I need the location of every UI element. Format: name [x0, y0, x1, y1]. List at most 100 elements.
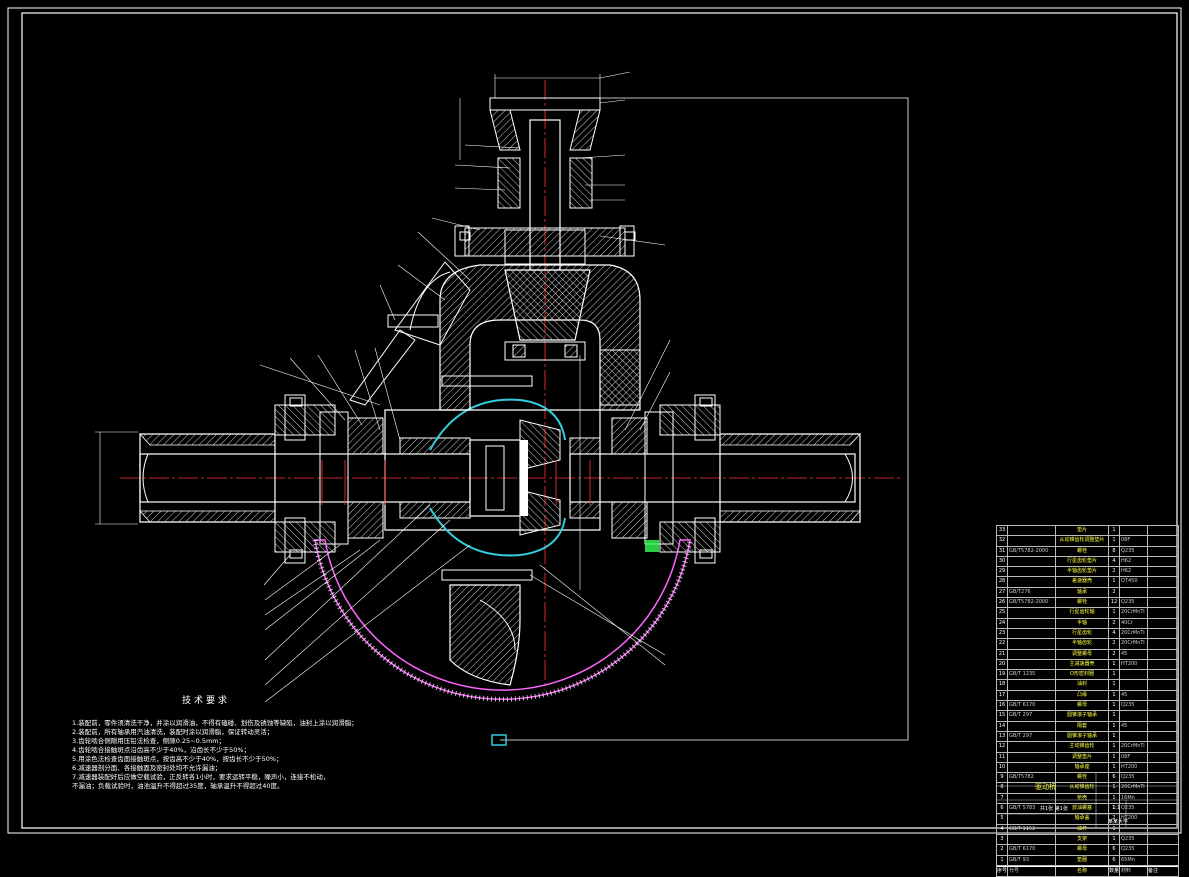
bom-cell: Q235 — [1120, 598, 1148, 608]
bom-header-material: 材料 — [1120, 866, 1148, 877]
bom-header-no: 序号 — [997, 866, 1008, 877]
bom-cell — [1148, 526, 1178, 535]
bom-cell — [1148, 629, 1178, 638]
bom-cell: 圆锥滚子轴承 — [1056, 731, 1109, 742]
bom-cell: 29 — [997, 567, 1008, 577]
bom-row: 15 GB/T 297 圆锥滚子轴承 1 — [997, 711, 1178, 722]
bom-cell: 圆锥滚子轴承 — [1056, 711, 1109, 721]
bom-cell: H62 — [1120, 556, 1148, 567]
bom-cell: HT200 — [1120, 762, 1148, 773]
bom-row: 30 行星齿轮垫片 4 H62 — [997, 556, 1178, 568]
bom-cell: 轴承座 — [1056, 762, 1109, 773]
bom-cell: 27 — [997, 587, 1008, 598]
bom-cell — [1120, 670, 1148, 680]
bom-cell: GB/T 6170 — [1008, 701, 1056, 711]
bom-cell: 1 — [1109, 577, 1120, 587]
bom-cell — [1008, 556, 1056, 567]
bom-cell: 1 — [1109, 752, 1120, 762]
bom-cell: GB/T5782-2000 — [1008, 598, 1056, 608]
bom-cell: 14 — [997, 721, 1008, 731]
bom-cell — [1148, 536, 1178, 545]
bom-cell: 1 — [1109, 608, 1120, 618]
bom-cell — [1008, 834, 1056, 845]
bom-cell: Q235 — [1120, 546, 1148, 556]
bom-cell: 主动锥齿轮 — [1056, 742, 1109, 752]
bom-cell — [1148, 650, 1178, 659]
bom-cell: 10 — [997, 762, 1008, 773]
bom-cell: 26 — [997, 598, 1008, 608]
bom-cell: 21 — [997, 649, 1008, 659]
bom-cell: 1 — [997, 855, 1008, 865]
bom-cell — [1148, 763, 1178, 772]
tech-requirement-item: 不漏油；负载试验时，油池温升不得超过35度，轴承温升不得超过40度。 — [72, 782, 284, 790]
bom-cell — [1120, 731, 1148, 742]
bom-cell — [1120, 680, 1148, 690]
bom-cell — [1148, 608, 1178, 617]
bom-row: 2 GB/T 6170 螺母 6 Q235 — [997, 845, 1178, 856]
bom-cell: 20CrMnTi — [1120, 628, 1148, 639]
bom-cell — [1120, 526, 1148, 536]
bom-cell: 12 — [997, 742, 1008, 752]
bom-cell: 2 — [1109, 639, 1120, 649]
bom-cell — [1148, 835, 1178, 844]
bom-cell: 20 — [997, 659, 1008, 670]
bom-cell: 半轴齿轮垫片 — [1056, 567, 1109, 577]
bom-cell: 调整垫片 — [1056, 752, 1109, 762]
bom-header: 序号 代号 名称 数量 材料 备注 — [997, 865, 1178, 877]
bom-cell: 19 — [997, 670, 1008, 680]
bom-cell: H62 — [1120, 567, 1148, 577]
bom-row: 29 半轴齿轮垫片 2 H62 — [997, 567, 1178, 578]
tech-requirement-item: 5.用涂色法检查齿面接触斑点，按齿高不少于40%，按齿长不少于50%； — [72, 755, 283, 763]
bom-cell: Q235 — [1120, 845, 1148, 855]
bom-row: 32 从动锥齿轮调整垫片 1 08F — [997, 536, 1178, 547]
bom-cell — [1008, 762, 1056, 773]
bom-cell: 轴承 — [1056, 587, 1109, 598]
bom-cell — [1008, 628, 1056, 639]
bom-cell: 螺栓 — [1056, 598, 1109, 608]
bom-cell: 31 — [997, 546, 1008, 556]
bom-cell — [1008, 639, 1056, 649]
bom-row: 12 主动锥齿轮 1 20CrMnTi — [997, 742, 1178, 753]
bom-cell: 螺母 — [1056, 845, 1109, 855]
bom-cell — [1120, 711, 1148, 721]
pinion-shaft — [454, 97, 635, 271]
bom-header-code: 代号 — [1008, 866, 1056, 877]
bom-cell — [1008, 526, 1056, 536]
bom-cell — [1148, 639, 1178, 648]
bom-cell — [1008, 649, 1056, 659]
bom-cell: 25 — [997, 608, 1008, 618]
bom-cell: 差速器壳 — [1056, 577, 1109, 587]
bom-cell: 33 — [997, 526, 1008, 536]
bom-cell: 2 — [1109, 649, 1120, 659]
bom-cell: 24 — [997, 618, 1008, 628]
bom-cell: 凸缘 — [1056, 690, 1109, 701]
bom-cell: 从动锥齿轮调整垫片 — [1056, 536, 1109, 546]
bom-cell — [1148, 711, 1178, 720]
bom-cell: 6 — [1109, 855, 1120, 865]
bom-cell: HT200 — [1120, 659, 1148, 670]
bom-cell — [1148, 722, 1178, 731]
differential-case — [384, 398, 601, 557]
bom-cell — [1008, 567, 1056, 577]
bom-header-qty: 数量 — [1109, 866, 1120, 877]
bom-cell: 4 — [1109, 628, 1120, 639]
bom-row: 26 GB/T5782-2000 螺栓 12 Q235 — [997, 598, 1178, 609]
bom-cell: 20CrMnTi — [1120, 608, 1148, 618]
bom-cell: 行星齿轮垫片 — [1056, 556, 1109, 567]
bom-cell — [1148, 753, 1178, 762]
bom-cell: 支架 — [1056, 834, 1109, 845]
bom-cell — [1008, 752, 1056, 762]
bom-cell: 22 — [997, 639, 1008, 649]
bom-cell: Q235 — [1120, 834, 1148, 845]
bom-cell: GB/T 1235 — [1008, 670, 1056, 680]
bom-cell: 8 — [1109, 546, 1120, 556]
bom-cell: GB/T5782-2000 — [1008, 546, 1056, 556]
bom-cell: 1 — [1109, 731, 1120, 742]
bom-cell — [1008, 721, 1056, 731]
bom-cell: 1 — [1109, 834, 1120, 845]
scale: 1:1 — [1112, 805, 1121, 811]
bom-cell: 1 — [1109, 690, 1120, 701]
bom-cell — [1148, 680, 1178, 689]
bom-cell: 08F — [1120, 752, 1148, 762]
bom-cell — [1120, 587, 1148, 598]
